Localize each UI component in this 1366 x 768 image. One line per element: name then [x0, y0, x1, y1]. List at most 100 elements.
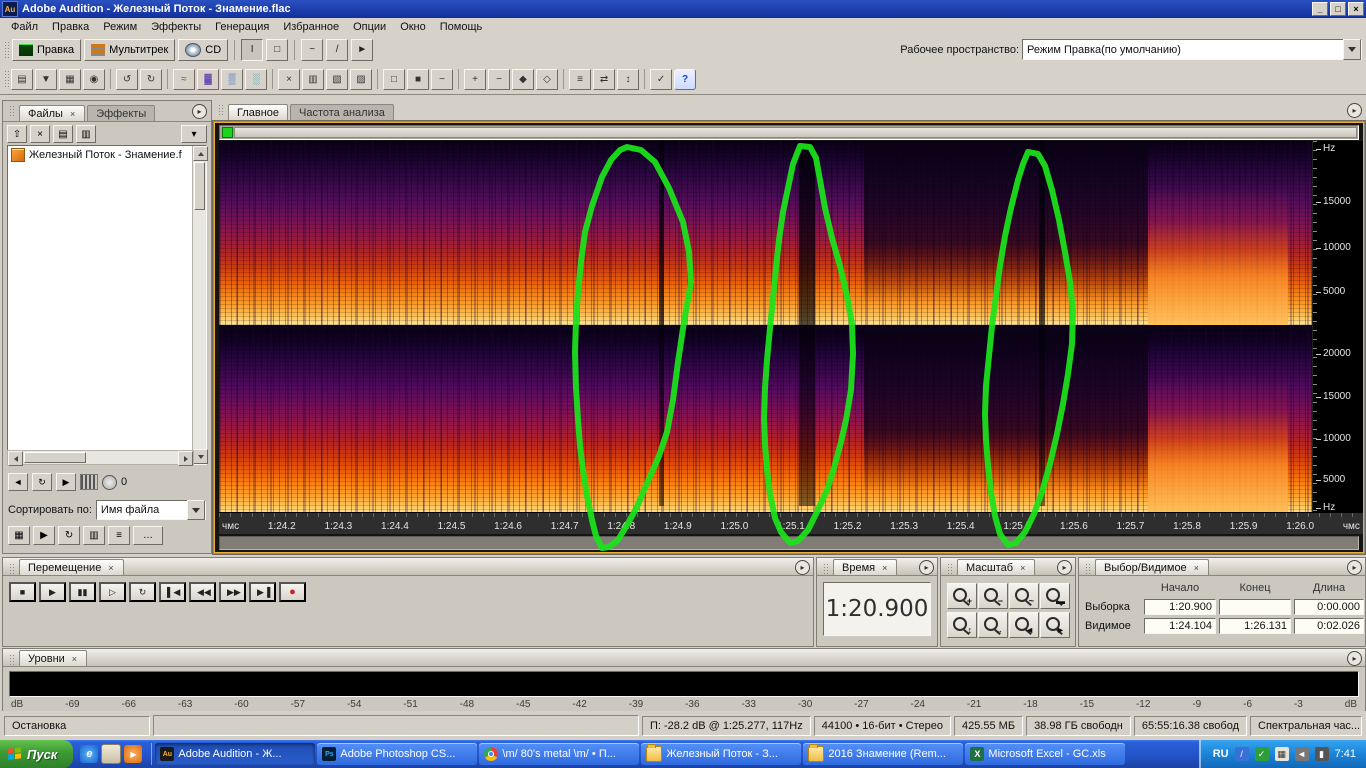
close-tab-icon[interactable]: ×	[71, 654, 78, 664]
title-bar[interactable]: Au Adobe Audition - Железный Поток - Зна…	[0, 0, 1366, 18]
taskbar-item-folder-2[interactable]: 2016 Знамение (Rem...	[803, 743, 964, 765]
panel-grip[interactable]	[9, 654, 16, 666]
loop-icon[interactable]: ↻	[32, 473, 52, 491]
scrub-tool-button[interactable]: ►	[351, 38, 374, 61]
auto-play-icon[interactable]: ▶	[33, 526, 55, 545]
copy-icon[interactable]: ▥	[302, 68, 324, 90]
chevron-down-icon[interactable]	[1343, 39, 1361, 60]
record-button[interactable]: ●	[279, 582, 306, 602]
go-to-end-button[interactable]: ▶▐	[249, 582, 276, 602]
transport-panel-tab[interactable]: Перемещение ×	[19, 559, 124, 575]
marquee-selection-tool-button[interactable]: □	[266, 38, 289, 61]
volume-meter-icon[interactable]	[80, 474, 98, 490]
scheduler-icon[interactable]: ▦	[1274, 747, 1289, 761]
extract-audio-cd-icon[interactable]: ◉	[83, 68, 105, 90]
help-icon[interactable]: ?	[674, 68, 696, 90]
cut-icon[interactable]: ×	[278, 68, 300, 90]
pen-input-icon[interactable]: /	[1234, 747, 1249, 761]
workspace-select[interactable]: Режим Правка(по умолчанию)	[1022, 39, 1362, 60]
antivirus-icon[interactable]: ✓	[1254, 747, 1269, 761]
scroll-down-icon[interactable]	[193, 449, 208, 464]
fast-forward-button[interactable]: ▶▶	[219, 582, 246, 602]
zoom-full-icon[interactable]: ◇	[536, 68, 558, 90]
spectral-phase-view-icon[interactable]: ░	[245, 68, 267, 90]
selection-length-field[interactable]: 0:00.000	[1294, 598, 1364, 615]
taskbar-item-folder-1[interactable]: Железный Поток - З...	[641, 743, 802, 765]
overview-scrollbar[interactable]	[219, 125, 1359, 140]
zoom-in-vertical-button[interactable]: ↕	[947, 612, 977, 638]
import-file-icon[interactable]: ⇧	[7, 125, 27, 143]
internet-explorer-icon[interactable]: e	[80, 745, 99, 763]
spectrogram[interactable]	[219, 141, 1312, 512]
show-file-types-icon[interactable]: ▦	[8, 526, 30, 545]
zoom-to-selection-icon[interactable]: ◆	[512, 68, 534, 90]
toolbar-grip[interactable]	[4, 70, 9, 88]
file-item[interactable]: Железный Поток - Знамение.f	[8, 146, 192, 164]
sort-select[interactable]: Имя файла	[95, 500, 206, 520]
panel-menu-button[interactable]: ▸	[919, 560, 934, 575]
panel-menu-button[interactable]: ▸	[1057, 560, 1072, 575]
media-player-icon[interactable]: ▶	[124, 745, 143, 763]
menu-options[interactable]: Опции	[346, 19, 393, 35]
menu-edit[interactable]: Правка	[45, 19, 96, 35]
panel-grip[interactable]	[9, 105, 16, 117]
panel-grip[interactable]	[947, 563, 954, 575]
volume-icon[interactable]: ◄	[1294, 747, 1309, 761]
close-tab-icon[interactable]: ×	[1193, 563, 1200, 573]
convert-sample-type-icon[interactable]: ⇄	[593, 68, 615, 90]
normalize-icon[interactable]: ↕	[617, 68, 639, 90]
chevron-down-icon[interactable]	[187, 500, 205, 520]
tab-frequency-analysis[interactable]: Частота анализа	[290, 104, 394, 120]
close-button[interactable]: ×	[1348, 2, 1364, 16]
taskbar-item-audition[interactable]: Au Adobe Audition - Ж...	[155, 743, 316, 765]
time-selection-tool-button[interactable]: I	[241, 38, 264, 61]
panel-grip[interactable]	[1085, 563, 1092, 575]
close-tab-icon[interactable]: ×	[107, 563, 114, 573]
menu-view[interactable]: Режим	[96, 19, 144, 35]
paste-icon[interactable]: ▧	[326, 68, 348, 90]
zoom-full-button[interactable]: ▬	[1040, 583, 1070, 609]
scroll-right-icon[interactable]	[178, 451, 193, 466]
insert-into-multitrack-icon[interactable]: ▤	[53, 125, 73, 143]
taskbar-item-browser[interactable]: \m/ 80's metal \m/ • П...	[479, 743, 640, 765]
vertical-scrollbar[interactable]	[192, 146, 208, 464]
time-ruler[interactable]: чмс 1:24.2 1:24.3 1:24.4 1:24.5 1:24.6 1…	[219, 512, 1363, 534]
view-length-field[interactable]: 0:02.026	[1294, 617, 1364, 634]
show-desktop-icon[interactable]	[101, 744, 122, 764]
close-tab-icon[interactable]: ×	[881, 563, 888, 573]
taskbar-item-photoshop[interactable]: Ps Adobe Photoshop CS...	[317, 743, 478, 765]
tab-effects[interactable]: Эффекты	[87, 105, 156, 121]
view-end-field[interactable]: 1:26.131	[1219, 617, 1291, 634]
delete-selection-icon[interactable]: −	[431, 68, 453, 90]
view-start-field[interactable]: 1:24.104	[1144, 617, 1216, 634]
overview-handle[interactable]	[234, 127, 1357, 138]
levels-panel-tab[interactable]: Уровни ×	[19, 650, 88, 666]
scroll-left-icon[interactable]	[8, 451, 23, 466]
scripts-icon[interactable]: ✓	[650, 68, 672, 90]
lasso-selection-tool-button[interactable]: ~	[301, 38, 324, 61]
play-looped-button[interactable]: ↻	[129, 582, 156, 602]
taskbar-item-excel[interactable]: X Microsoft Excel - GC.xls	[965, 743, 1126, 765]
mix-paste-icon[interactable]: ▨	[350, 68, 372, 90]
play-button[interactable]: ▶	[39, 582, 66, 602]
language-indicator[interactable]: RU	[1213, 748, 1229, 760]
tab-files[interactable]: Файлы ×	[19, 105, 86, 121]
panel-menu-button[interactable]: ▸	[795, 560, 810, 575]
zoom-in-horizontal-button[interactable]: +	[947, 583, 977, 609]
zoom-left-edge-button[interactable]: ◄	[1009, 612, 1039, 638]
zoom-to-selection-button[interactable]: ~	[1009, 583, 1039, 609]
start-button[interactable]: Пуск	[0, 740, 74, 768]
follow-session-icon[interactable]: ▥	[83, 526, 105, 545]
redo-icon[interactable]: ↻	[140, 68, 162, 90]
close-file-icon[interactable]: ×	[30, 125, 50, 143]
zoom-out-icon[interactable]: −	[488, 68, 510, 90]
stop-button[interactable]: ■	[9, 582, 36, 602]
restore-button[interactable]: □	[1330, 2, 1346, 16]
snapping-icon[interactable]: ≡	[569, 68, 591, 90]
mute-icon[interactable]: ◄	[8, 473, 28, 491]
pause-button[interactable]: ▮▮	[69, 582, 96, 602]
spectral-frequency-view-icon[interactable]: ▓	[197, 68, 219, 90]
time-panel-tab[interactable]: Время ×	[833, 559, 898, 575]
loop-playback-icon[interactable]: ↻	[58, 526, 80, 545]
scrollbar-thumb[interactable]	[194, 162, 205, 210]
